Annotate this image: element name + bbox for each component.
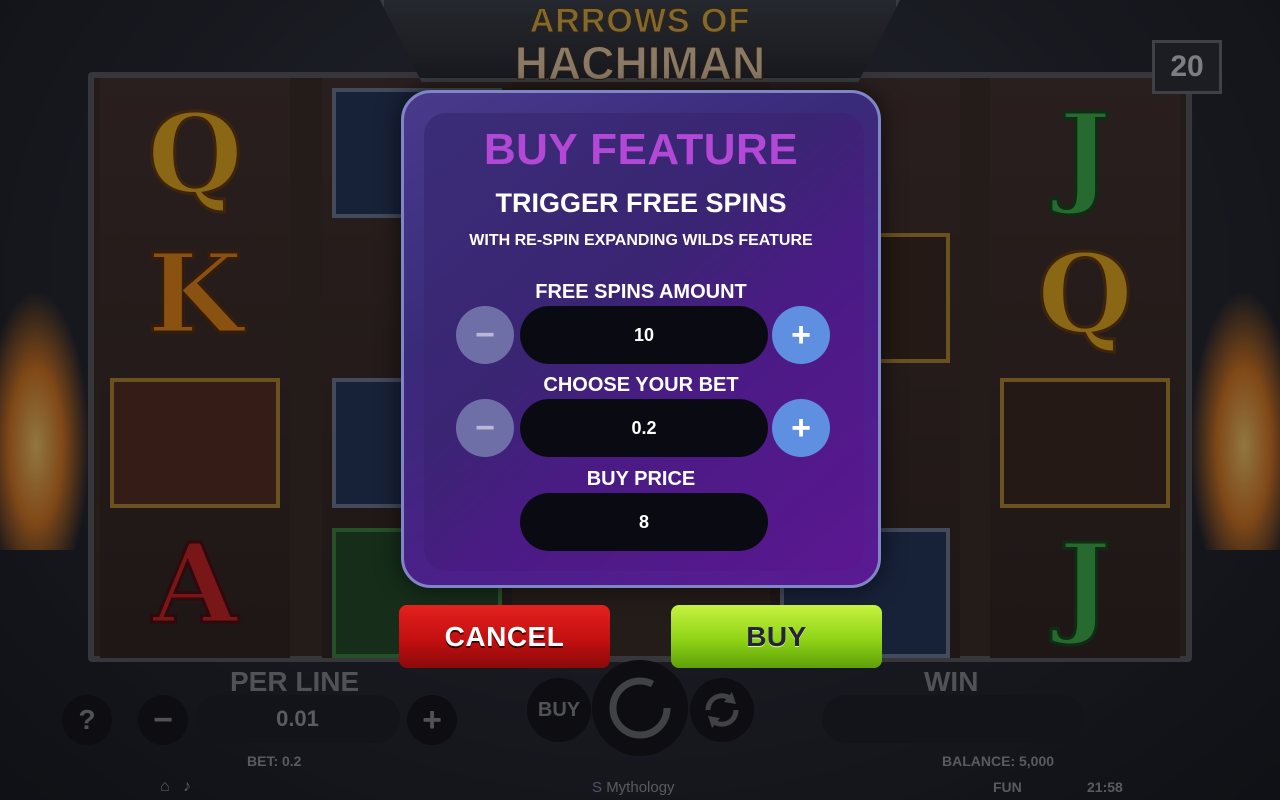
free-spins-decrease-button[interactable]: − <box>456 306 514 364</box>
free-spins-amount-label: FREE SPINS AMOUNT <box>535 281 747 303</box>
bet-decrease-button[interactable]: − <box>456 399 514 457</box>
bet-value: 0.2 <box>520 399 768 457</box>
buy-price-label: BUY PRICE <box>586 468 696 490</box>
game-screen: Q K A J Q J ARROWS OF HACHIMAN 20 PER LI… <box>0 0 1280 800</box>
buy-feature-dialog: BUY FEATURE TRIGGER FREE SPINS WITH RE-S… <box>401 90 881 588</box>
dialog-title: BUY FEATURE <box>483 125 799 174</box>
free-spins-increase-button[interactable]: + <box>772 306 830 364</box>
choose-bet-label: CHOOSE YOUR BET <box>543 374 739 396</box>
bet-increase-button[interactable]: + <box>772 399 830 457</box>
dialog-subtitle: TRIGGER FREE SPINS <box>495 188 787 218</box>
dialog-description: WITH RE-SPIN EXPANDING WILDS FEATURE <box>469 232 813 249</box>
buy-price-value: 8 <box>520 493 768 551</box>
cancel-button[interactable]: CANCEL <box>399 605 610 668</box>
free-spins-amount-value: 10 <box>520 306 768 364</box>
buy-button[interactable]: BUY <box>671 605 882 668</box>
